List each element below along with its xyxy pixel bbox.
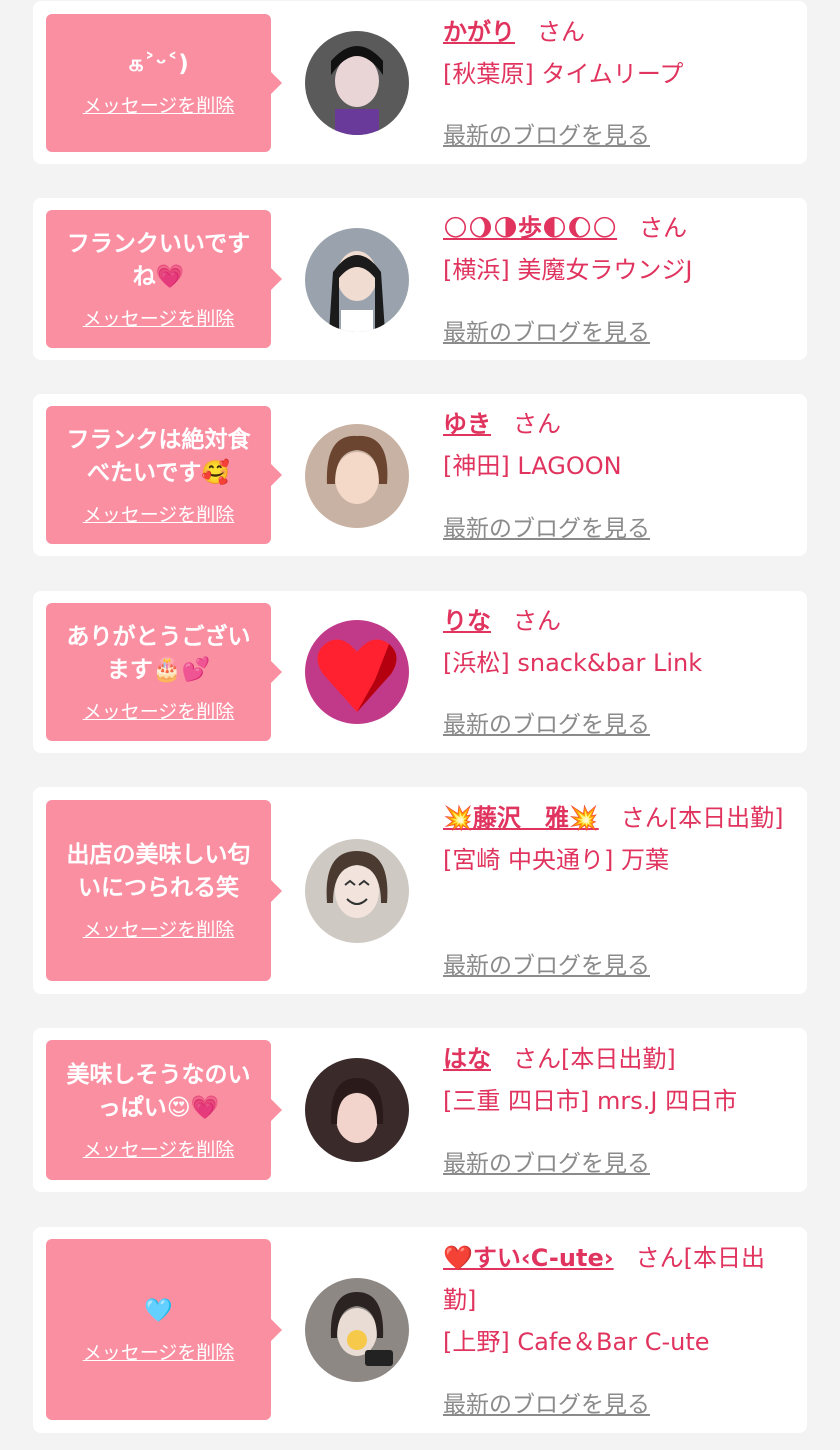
cast-name-link[interactable]: 💥藤沢 雅💥 bbox=[443, 804, 599, 832]
cast-info: 💥藤沢 雅💥 さん[本日出勤] [宮崎 中央通り] 万葉 bbox=[443, 797, 793, 881]
delete-message-link[interactable]: メッセージを削除 bbox=[83, 1338, 235, 1365]
cast-name-link[interactable]: ゆき bbox=[443, 410, 491, 438]
avatar[interactable] bbox=[305, 228, 409, 332]
avatar[interactable] bbox=[305, 31, 409, 135]
view-blog-link[interactable]: 最新のブログを見る bbox=[443, 313, 650, 347]
attendance-status: [本日出勤] bbox=[561, 1045, 676, 1073]
san-suffix: さん bbox=[639, 214, 688, 242]
avatar[interactable] bbox=[305, 620, 409, 724]
cast-info: 🌕🌖🌗歩🌓🌔🌕 さん [横浜] 美魔女ラウンジJ bbox=[443, 207, 793, 291]
attendance-status: [本日出勤] bbox=[668, 804, 784, 832]
view-blog-link[interactable]: 最新のブログを見る bbox=[443, 705, 650, 739]
cast-name-link[interactable]: ❤️すい‹C-ute› bbox=[443, 1244, 614, 1272]
shop-name: [神田] LAGOON bbox=[443, 452, 622, 480]
message-card: フランクいいですね💗 メッセージを削除 🌕🌖🌗歩🌓🌔🌕 さん [横浜] 美魔女ラウ… bbox=[33, 198, 807, 360]
cast-info: りな さん [浜松] snack&bar Link bbox=[443, 600, 793, 684]
cast-name-link[interactable]: 🌕🌖🌗歩🌓🌔🌕 bbox=[443, 214, 617, 242]
avatar[interactable] bbox=[305, 1278, 409, 1382]
message-bubble: ௧˃ᵕ˂) メッセージを削除 bbox=[46, 14, 282, 152]
message-bubble: 美味しそうなのいっぱい😍💗 メッセージを削除 bbox=[46, 1040, 282, 1180]
shop-name: [三重 四日市] mrs.J 四日市 bbox=[443, 1087, 738, 1115]
avatar[interactable] bbox=[305, 424, 409, 528]
shop-name: [浜松] snack&bar Link bbox=[443, 649, 703, 677]
san-suffix: さん bbox=[537, 18, 585, 46]
shop-name: [秋葉原] タイムリープ bbox=[443, 60, 684, 88]
avatar[interactable] bbox=[305, 839, 409, 943]
delete-message-link[interactable]: メッセージを削除 bbox=[83, 500, 235, 527]
cast-name-link[interactable]: りな bbox=[443, 607, 491, 635]
message-text: 出店の美味しい匂いにつられる笑 bbox=[66, 842, 251, 901]
message-bubble: 出店の美味しい匂いにつられる笑 メッセージを削除 bbox=[46, 800, 282, 981]
message-text: ௧˃ᵕ˂) bbox=[128, 51, 189, 77]
cast-info: かがり さん [秋葉原] タイムリープ bbox=[443, 11, 793, 95]
message-card: 🩵 メッセージを削除 ❤️すい‹C-ute› さん[本日出勤] [上野] Cafe… bbox=[33, 1227, 807, 1433]
message-list: ௧˃ᵕ˂) メッセージを削除 かがり さん [秋葉原] タイムリープ 最新のブログ… bbox=[0, 0, 840, 1450]
san-suffix: さん bbox=[513, 1045, 561, 1073]
cast-info: はな さん[本日出勤] [三重 四日市] mrs.J 四日市 bbox=[443, 1038, 793, 1122]
cast-info: ゆき さん [神田] LAGOON bbox=[443, 403, 793, 487]
message-text: 🩵 bbox=[144, 1297, 173, 1324]
message-text: ありがとうございます🎂💕 bbox=[66, 623, 251, 683]
delete-message-link[interactable]: メッセージを削除 bbox=[83, 91, 235, 118]
message-text: フランクいいですね💗 bbox=[66, 230, 251, 290]
message-bubble: ありがとうございます🎂💕 メッセージを削除 bbox=[46, 603, 282, 741]
message-card: ௧˃ᵕ˂) メッセージを削除 かがり さん [秋葉原] タイムリープ 最新のブログ… bbox=[33, 1, 807, 164]
view-blog-link[interactable]: 最新のブログを見る bbox=[443, 1385, 650, 1419]
message-bubble: 🩵 メッセージを削除 bbox=[46, 1239, 282, 1420]
shop-name: [横浜] 美魔女ラウンジJ bbox=[443, 256, 693, 284]
cast-name-link[interactable]: かがり bbox=[443, 18, 515, 46]
message-text: 美味しそうなのいっぱい😍💗 bbox=[66, 1061, 251, 1121]
san-suffix: さん bbox=[635, 1244, 684, 1272]
delete-message-link[interactable]: メッセージを削除 bbox=[83, 304, 235, 331]
shop-name: [宮崎 中央通り] 万葉 bbox=[443, 846, 669, 874]
message-card: 美味しそうなのいっぱい😍💗 メッセージを削除 はな さん[本日出勤] [三重 四日… bbox=[33, 1028, 807, 1192]
san-suffix: さん bbox=[513, 410, 561, 438]
san-suffix: さん bbox=[620, 804, 669, 832]
delete-message-link[interactable]: メッセージを削除 bbox=[83, 697, 235, 724]
avatar[interactable] bbox=[305, 1058, 409, 1162]
message-card: フランクは絶対食べたいです🥰 メッセージを削除 ゆき さん [神田] LAGOON… bbox=[33, 394, 807, 556]
message-card: 出店の美味しい匂いにつられる笑 メッセージを削除 💥藤沢 雅💥 さん[本日出勤] … bbox=[33, 787, 807, 994]
san-suffix: さん bbox=[513, 607, 561, 635]
cast-info: ❤️すい‹C-ute› さん[本日出勤] [上野] Cafe＆Bar C-ute bbox=[443, 1237, 793, 1363]
view-blog-link[interactable]: 最新のブログを見る bbox=[443, 116, 650, 150]
view-blog-link[interactable]: 最新のブログを見る bbox=[443, 509, 650, 543]
shop-name: [上野] Cafe＆Bar C-ute bbox=[443, 1328, 710, 1356]
delete-message-link[interactable]: メッセージを削除 bbox=[83, 1135, 235, 1162]
message-card: ありがとうございます🎂💕 メッセージを削除 りな さん [浜松] snack&ba… bbox=[33, 591, 807, 753]
message-text: フランクは絶対食べたいです🥰 bbox=[66, 426, 251, 486]
view-blog-link[interactable]: 最新のブログを見る bbox=[443, 1144, 650, 1178]
delete-message-link[interactable]: メッセージを削除 bbox=[83, 915, 235, 942]
message-bubble: フランクは絶対食べたいです🥰 メッセージを削除 bbox=[46, 406, 282, 544]
view-blog-link[interactable]: 最新のブログを見る bbox=[443, 946, 650, 980]
cast-name-link[interactable]: はな bbox=[443, 1045, 491, 1073]
message-bubble: フランクいいですね💗 メッセージを削除 bbox=[46, 210, 282, 348]
